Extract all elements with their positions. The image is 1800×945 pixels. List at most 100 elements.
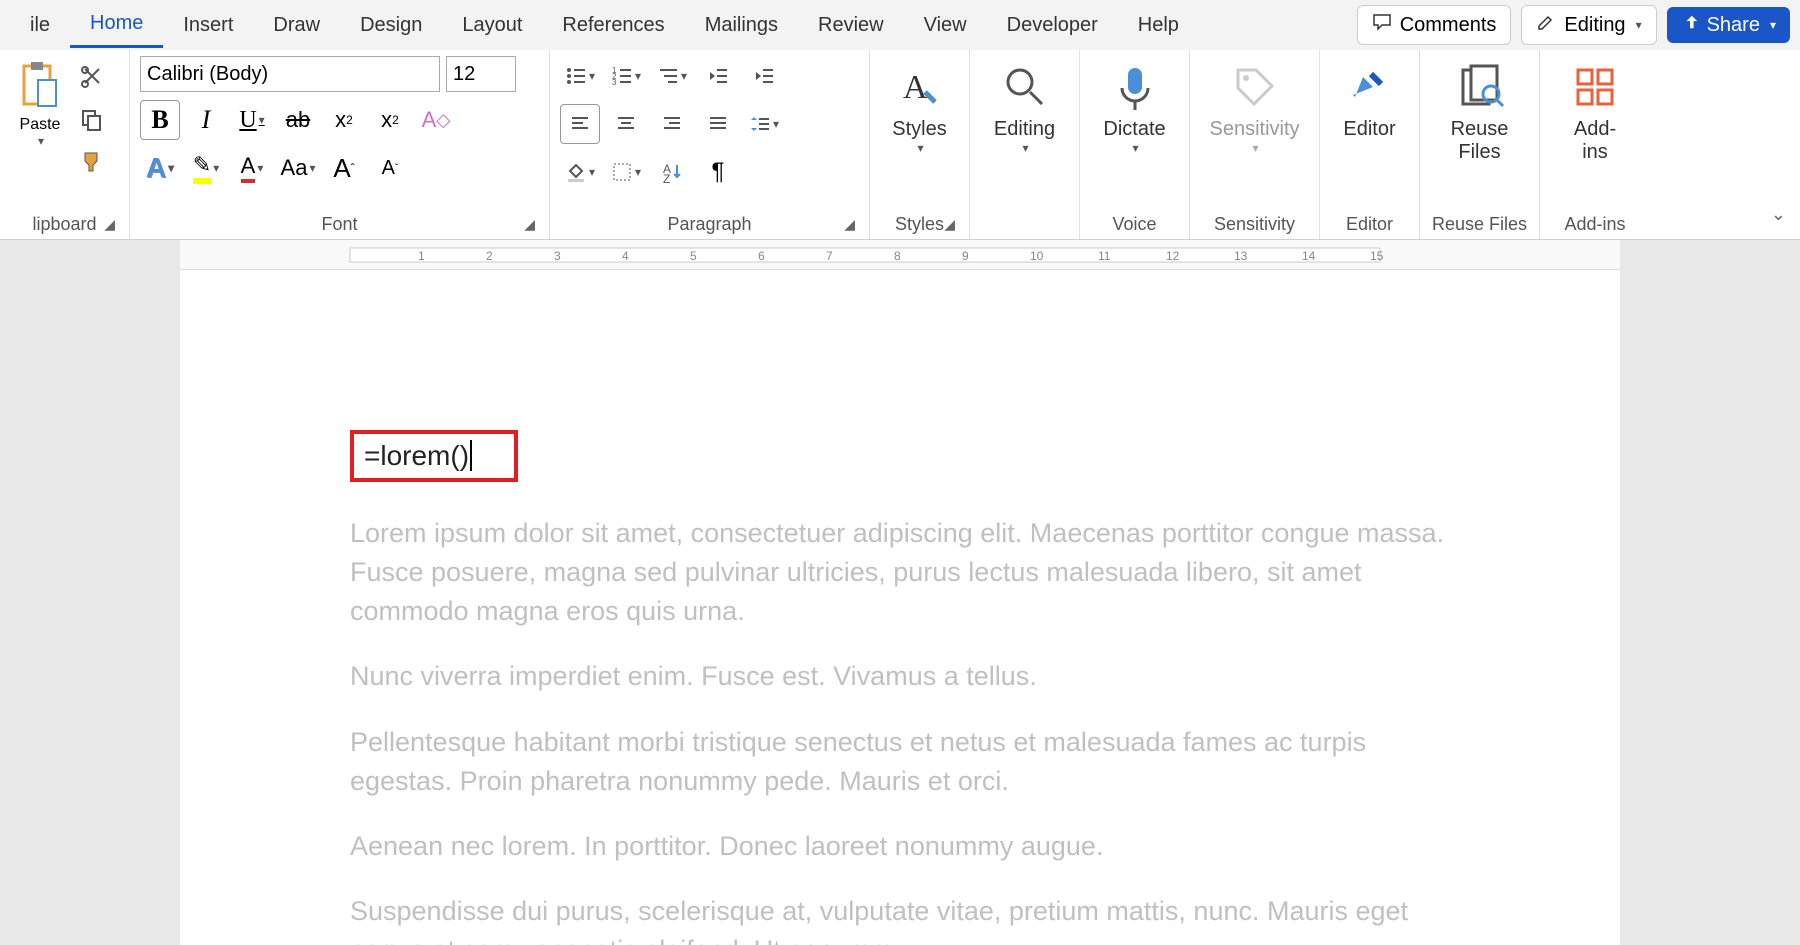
cut-button[interactable]: [76, 62, 108, 94]
subscript-button[interactable]: x2: [324, 100, 364, 140]
clipboard-icon: [18, 60, 62, 110]
formula-text: =lorem(): [364, 440, 472, 471]
grow-font-button[interactable]: Aˆ: [324, 148, 364, 188]
decrease-indent-button[interactable]: [698, 56, 738, 96]
group-voice: Dictate ▾ Voice: [1080, 50, 1190, 239]
font-name-combo[interactable]: [140, 56, 440, 92]
italic-button[interactable]: I: [186, 100, 226, 140]
group-reuse: Reuse Files Reuse Files: [1420, 50, 1540, 239]
horizontal-ruler[interactable]: 123456789101112131415: [180, 240, 1620, 270]
borders-icon: [611, 161, 633, 183]
increase-indent-button[interactable]: [744, 56, 784, 96]
format-painter-button[interactable]: [76, 146, 108, 178]
dialog-launcher-icon[interactable]: ◢: [944, 216, 955, 233]
tab-layout[interactable]: Layout: [442, 4, 542, 47]
sort-button[interactable]: AZ: [652, 152, 692, 192]
dialog-launcher-icon[interactable]: ◢: [844, 216, 855, 233]
sort-icon: AZ: [661, 161, 683, 183]
paste-label: Paste: [20, 116, 61, 134]
paste-button[interactable]: Paste ▾: [10, 56, 70, 152]
bullets-button[interactable]: ▾: [560, 56, 600, 96]
highlight-button[interactable]: ✎▾: [186, 148, 226, 188]
tab-insert[interactable]: Insert: [163, 4, 253, 47]
clear-formatting-button[interactable]: A◇: [416, 100, 456, 140]
addins-button[interactable]: Add-ins: [1550, 56, 1640, 170]
bullets-icon: [565, 65, 587, 87]
align-left-button[interactable]: [560, 104, 600, 144]
sensitivity-button[interactable]: Sensitivity ▾: [1193, 56, 1315, 161]
underline-button[interactable]: U▾: [232, 100, 272, 140]
pencil-icon: [1536, 12, 1556, 38]
numbering-button[interactable]: 123▾: [606, 56, 646, 96]
dialog-launcher-icon[interactable]: ◢: [524, 216, 535, 233]
strikethrough-button[interactable]: ab: [278, 100, 318, 140]
tab-draw[interactable]: Draw: [253, 4, 340, 47]
styles-button[interactable]: A Styles ▾: [876, 56, 962, 161]
text-effects-button[interactable]: A▾: [140, 148, 180, 188]
dictate-button[interactable]: Dictate ▾: [1087, 56, 1181, 161]
tab-help[interactable]: Help: [1118, 4, 1199, 47]
chevron-down-icon: ▾: [38, 134, 44, 148]
dialog-launcher-icon[interactable]: ◢: [104, 216, 115, 233]
editor-icon: [1345, 62, 1395, 112]
align-right-button[interactable]: [652, 104, 692, 144]
tab-home[interactable]: Home: [70, 2, 163, 48]
font-color-button[interactable]: A▾: [232, 148, 272, 188]
shading-button[interactable]: ▾: [560, 152, 600, 192]
group-label-voice: Voice: [1090, 210, 1179, 235]
outdent-icon: [707, 65, 729, 87]
svg-text:12: 12: [1166, 249, 1180, 263]
scissors-icon: [79, 65, 105, 91]
group-label-addins: Add-ins: [1550, 210, 1640, 235]
editor-label: Editor: [1343, 118, 1395, 141]
tab-developer[interactable]: Developer: [987, 4, 1118, 47]
svg-text:9: 9: [962, 249, 969, 263]
lorem-paragraph: Nunc viverra imperdiet enim. Fusce est. …: [350, 657, 1450, 696]
group-editor: Editor Editor: [1320, 50, 1420, 239]
tab-view[interactable]: View: [904, 4, 987, 47]
tab-file[interactable]: ile: [10, 4, 70, 47]
tab-references[interactable]: References: [542, 4, 684, 47]
font-size-combo[interactable]: [446, 56, 516, 92]
reuse-files-button[interactable]: Reuse Files: [1430, 56, 1529, 170]
line-spacing-button[interactable]: ▾: [744, 104, 784, 144]
svg-text:7: 7: [826, 249, 833, 263]
justify-button[interactable]: [698, 104, 738, 144]
addins-icon: [1570, 62, 1620, 112]
svg-text:6: 6: [758, 249, 765, 263]
group-label-paragraph: Paragraph ◢: [560, 210, 859, 235]
dictate-label: Dictate: [1103, 118, 1165, 141]
share-button[interactable]: Share ▾: [1667, 7, 1790, 43]
tag-icon: [1230, 62, 1280, 112]
numbering-icon: 123: [611, 65, 633, 87]
document-area: 123456789101112131415 =lorem() Lorem ips…: [0, 240, 1800, 945]
editor-button[interactable]: Editor: [1327, 56, 1411, 147]
comments-button[interactable]: Comments: [1357, 5, 1512, 45]
collapse-ribbon-button[interactable]: ⌄: [1771, 204, 1786, 225]
share-icon: [1681, 13, 1699, 37]
comment-icon: [1372, 12, 1392, 38]
borders-button[interactable]: ▾: [606, 152, 646, 192]
chevron-down-icon: ▾: [917, 141, 923, 155]
group-sensitivity: Sensitivity ▾ Sensitivity: [1190, 50, 1320, 239]
tab-design[interactable]: Design: [340, 4, 442, 47]
multilevel-list-button[interactable]: ▾: [652, 56, 692, 96]
copy-button[interactable]: [76, 104, 108, 136]
svg-text:Z: Z: [663, 172, 670, 183]
svg-text:11: 11: [1098, 249, 1111, 263]
group-label-styles: Styles ◢: [880, 210, 959, 235]
group-label-editor: Editor: [1330, 210, 1409, 235]
tab-mailings[interactable]: Mailings: [685, 4, 798, 47]
shrink-font-button[interactable]: Aˇ: [370, 148, 410, 188]
editing-button[interactable]: Editing ▾: [978, 56, 1071, 161]
editing-mode-button[interactable]: Editing ▾: [1521, 5, 1656, 45]
change-case-button[interactable]: Aa▾: [278, 148, 318, 188]
bold-button[interactable]: B: [140, 100, 180, 140]
tab-review[interactable]: Review: [798, 4, 904, 47]
align-center-button[interactable]: [606, 104, 646, 144]
superscript-button[interactable]: x2: [370, 100, 410, 140]
show-marks-button[interactable]: ¶: [698, 152, 738, 192]
addins-label: Add-ins: [1566, 118, 1624, 164]
document-page[interactable]: =lorem() Lorem ipsum dolor sit amet, con…: [180, 270, 1620, 945]
paintbrush-icon: [79, 149, 105, 175]
